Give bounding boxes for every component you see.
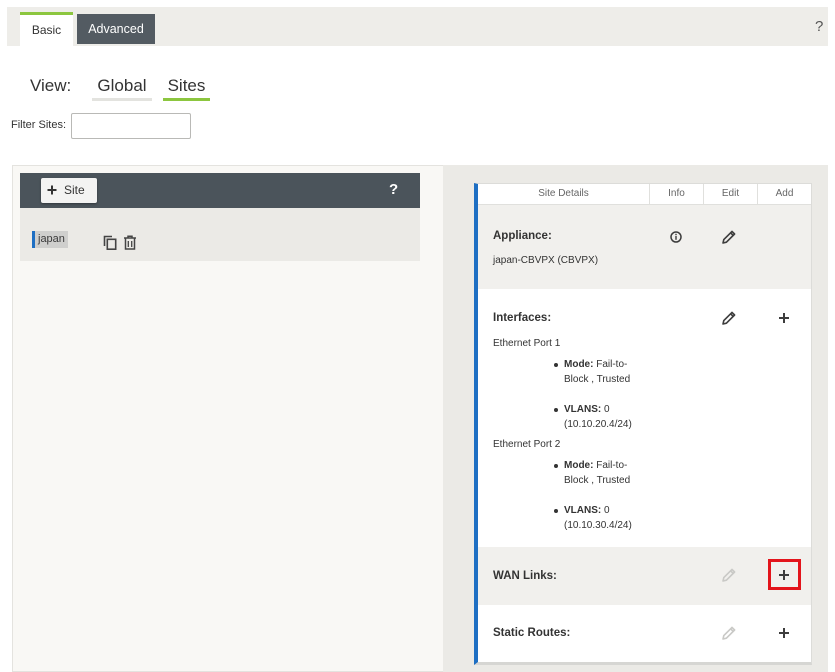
wan-links-row: WAN Links: bbox=[478, 547, 811, 605]
port-vlans-value: 0 bbox=[604, 404, 610, 415]
port-name: Ethernet Port 2 bbox=[493, 439, 561, 450]
filter-sites-input[interactable] bbox=[71, 113, 191, 139]
interfaces-label: Interfaces: bbox=[493, 312, 552, 324]
view-option-sites[interactable]: Sites bbox=[163, 74, 210, 101]
interfaces-edit-pencil-icon[interactable] bbox=[719, 308, 739, 328]
port-properties: Mode: Fail-to-Block , Trusted VLANS: 0 (… bbox=[554, 357, 640, 432]
port-mode-label: Mode: bbox=[564, 359, 594, 370]
column-edit: Edit bbox=[703, 184, 757, 204]
interfaces-add-plus-icon[interactable] bbox=[774, 308, 794, 328]
port-vlans-label: VLANS: bbox=[564, 404, 602, 415]
port-mode-label: Mode: bbox=[564, 460, 594, 471]
sites-panel-header: Site ? bbox=[20, 173, 420, 208]
appliance-edit-pencil-icon[interactable] bbox=[719, 227, 739, 247]
column-add: Add bbox=[757, 184, 811, 204]
tab-bar: Basic Advanced ? bbox=[7, 7, 828, 46]
copy-icon[interactable] bbox=[103, 235, 117, 250]
tab-advanced[interactable]: Advanced bbox=[77, 14, 155, 44]
static-routes-edit-pencil-icon bbox=[719, 623, 739, 643]
port-vlans-ip: (10.10.30.4/24) bbox=[564, 520, 632, 531]
view-option-global[interactable]: Global bbox=[92, 74, 152, 101]
static-routes-row: Static Routes: bbox=[478, 605, 811, 660]
static-routes-add-plus-icon[interactable] bbox=[774, 623, 794, 643]
port-properties: Mode: Fail-to-Block , Trusted VLANS: 0 (… bbox=[554, 458, 640, 533]
interface-ports: Ethernet Port 1 Mode: Fail-to-Block , Tr… bbox=[478, 336, 811, 538]
site-details-card: Site Details Info Edit Add Appliance: ja… bbox=[474, 183, 812, 665]
sites-help-icon[interactable]: ? bbox=[389, 180, 398, 200]
site-details-header: Site Details Info Edit Add bbox=[478, 184, 811, 205]
wan-links-label: WAN Links: bbox=[493, 570, 557, 582]
plus-icon bbox=[47, 185, 57, 195]
info-circle-icon[interactable] bbox=[666, 227, 686, 247]
site-item[interactable]: japan bbox=[32, 231, 152, 250]
port-vlans-label: VLANS: bbox=[564, 505, 602, 516]
port-mode: Mode: Fail-to-Block , Trusted bbox=[554, 458, 640, 488]
appliance-value: japan-CBVPX (CBVPX) bbox=[493, 255, 599, 266]
tab-basic[interactable]: Basic bbox=[20, 12, 73, 46]
view-label: View: bbox=[30, 76, 72, 95]
port-vlans-value: 0 bbox=[604, 505, 610, 516]
site-name[interactable]: japan bbox=[35, 231, 68, 248]
add-site-button[interactable]: Site bbox=[41, 178, 97, 203]
appliance-row: Appliance: japan-CBVPX (CBVPX) bbox=[478, 205, 811, 289]
filter-sites-label: Filter Sites: bbox=[11, 119, 67, 131]
port-vlans: VLANS: 0 (10.10.20.4/24) bbox=[554, 402, 640, 432]
trash-icon[interactable] bbox=[123, 235, 137, 250]
column-site-details: Site Details bbox=[538, 188, 589, 199]
port-ethernet-1: Ethernet Port 1 Mode: Fail-to-Block , Tr… bbox=[478, 336, 811, 432]
interfaces-row: Interfaces: Ethernet Port 1 Mode: Fail-t… bbox=[478, 289, 811, 547]
wan-links-add-plus-icon[interactable] bbox=[774, 565, 794, 585]
port-mode: Mode: Fail-to-Block , Trusted bbox=[554, 357, 640, 387]
appliance-label: Appliance: bbox=[493, 230, 552, 242]
wan-links-edit-pencil-icon bbox=[719, 565, 739, 585]
sites-list: japan bbox=[20, 208, 420, 261]
port-vlans: VLANS: 0 (10.10.30.4/24) bbox=[554, 503, 640, 533]
static-routes-label: Static Routes: bbox=[493, 627, 571, 639]
port-vlans-ip: (10.10.20.4/24) bbox=[564, 419, 632, 430]
port-name: Ethernet Port 1 bbox=[493, 338, 561, 349]
port-ethernet-2: Ethernet Port 2 Mode: Fail-to-Block , Tr… bbox=[478, 437, 811, 533]
help-icon[interactable]: ? bbox=[815, 17, 823, 37]
add-site-label: Site bbox=[64, 183, 85, 197]
column-info: Info bbox=[649, 184, 703, 204]
